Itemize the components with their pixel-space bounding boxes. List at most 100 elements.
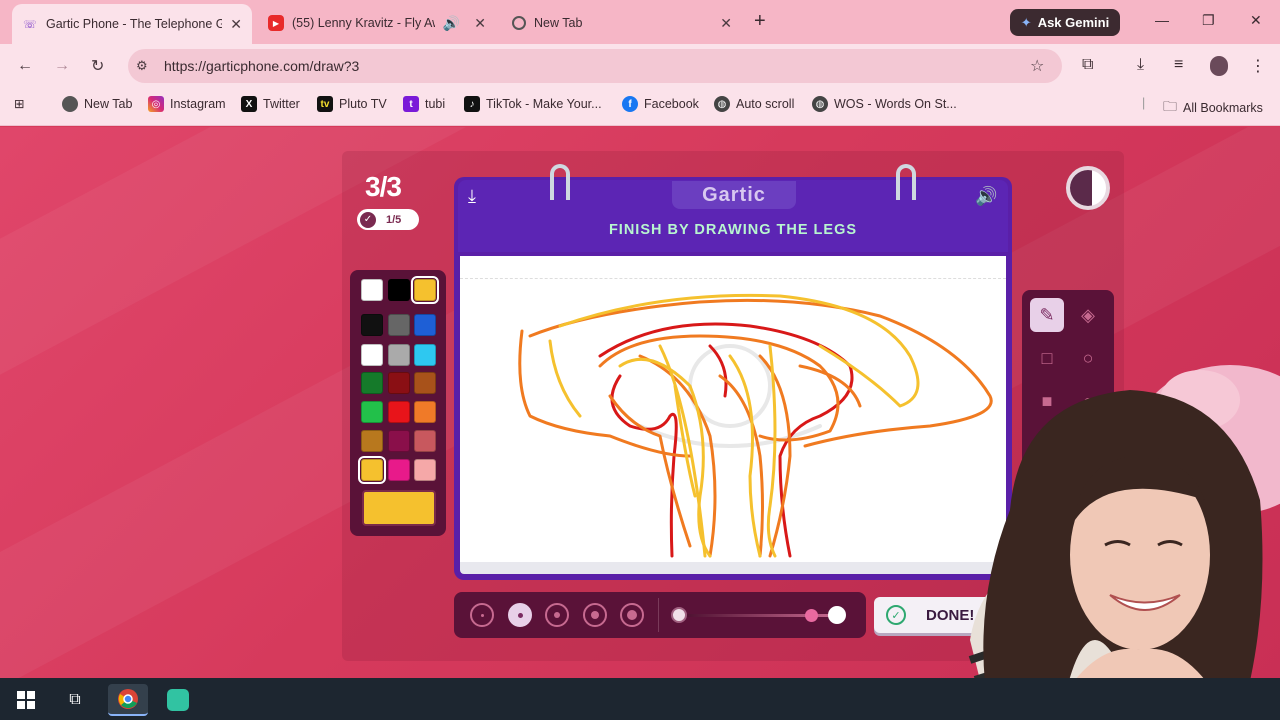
bookmark-star-icon[interactable]: ☆ — [1030, 56, 1044, 76]
eraser-icon[interactable]: ◈ — [1071, 298, 1105, 332]
bookmark-wos[interactable]: ◍ WOS - Words On St... — [812, 96, 957, 112]
timer-icon — [1066, 166, 1110, 210]
color-swatch[interactable] — [411, 276, 439, 304]
bookmark-twitter[interactable]: X Twitter — [241, 96, 300, 112]
webcam-overlay — [968, 365, 1280, 720]
gemini-sparkle-icon: ✦ — [1020, 14, 1032, 30]
facebook-icon: f — [622, 96, 638, 112]
chrome-icon — [62, 96, 78, 112]
url-text[interactable]: https://garticphone.com/draw?3 — [164, 58, 359, 74]
players-done-count: 1/5 — [386, 213, 402, 226]
close-tab-icon[interactable]: ✕ — [230, 16, 242, 33]
notebook-ring — [896, 164, 916, 200]
tab-title: (55) Lenny Kravitz - Fly Awa — [292, 16, 435, 30]
color-swatch[interactable] — [388, 344, 410, 366]
color-swatch[interactable] — [361, 372, 383, 394]
bookmark-instagram[interactable]: ◎ Instagram — [148, 96, 226, 112]
close-tab-icon[interactable]: ✕ — [474, 15, 486, 32]
bookmark-tiktok[interactable]: ♪ TikTok - Make Your... — [464, 96, 602, 112]
brush-size-4[interactable] — [583, 603, 607, 627]
ask-gemini-label: Ask Gemini — [1037, 15, 1110, 30]
check-icon: ✓ — [360, 211, 376, 228]
bookmark-tubi[interactable]: t tubi — [403, 96, 445, 112]
bar-divider — [658, 598, 659, 632]
tab-gartic-phone[interactable]: ☏ Gartic Phone - The Telephone G ✕ — [12, 4, 252, 44]
profile-avatar[interactable] — [1210, 56, 1228, 76]
color-swatch[interactable] — [388, 459, 410, 481]
downloads-icon[interactable]: ⤓ — [1137, 56, 1144, 74]
tab-new-tab[interactable]: New Tab ✕ — [502, 6, 742, 40]
reload-icon[interactable]: ↻ — [91, 56, 104, 76]
all-bookmarks[interactable]: 🗀 All Bookmarks — [1163, 96, 1263, 120]
back-icon[interactable]: ← — [17, 57, 33, 75]
instagram-icon: ◎ — [148, 96, 164, 112]
brush-size-3[interactable] — [545, 603, 569, 627]
color-swatch[interactable] — [414, 401, 436, 423]
pencil-icon[interactable]: ✎ — [1030, 298, 1064, 332]
color-swatch[interactable] — [358, 456, 386, 484]
close-tab-icon[interactable]: ✕ — [720, 15, 732, 32]
notebook-ring — [550, 164, 570, 200]
brush-size-2[interactable] — [508, 603, 532, 627]
windows-start-icon[interactable] — [6, 684, 46, 716]
bookmark-auto-scroll[interactable]: ◍ Auto scroll — [714, 96, 794, 112]
new-tab-button[interactable]: + — [754, 10, 766, 33]
streamlabs-icon[interactable] — [158, 684, 198, 716]
extensions-icon[interactable]: ⧉ — [1082, 56, 1093, 74]
bookmark-pluto-tv[interactable]: tv Pluto TV — [317, 96, 387, 112]
color-swatch[interactable] — [414, 430, 436, 452]
gartic-icon: ☏ — [23, 18, 37, 31]
chrome-icon[interactable] — [108, 684, 148, 716]
download-icon[interactable]: ⤓ — [468, 186, 476, 207]
menu-icon[interactable]: ⋮ — [1250, 56, 1266, 76]
color-swatch[interactable] — [414, 372, 436, 394]
tab-lenny-kravitz[interactable]: ▶ (55) Lenny Kravitz - Fly Awa 🔊 ✕ — [258, 6, 496, 40]
x-icon: X — [241, 96, 257, 112]
players-done-badge: ✓ 1/5 — [357, 209, 419, 230]
tab-title: Gartic Phone - The Telephone G — [46, 17, 223, 31]
forward-icon[interactable]: → — [54, 57, 70, 75]
task-view-icon[interactable]: ⧉ — [55, 684, 95, 716]
close-window-icon[interactable]: ✕ — [1250, 12, 1262, 29]
site-info-icon[interactable]: ⚙ — [136, 58, 148, 74]
restore-icon[interactable]: ❐ — [1202, 12, 1215, 29]
chrome-icon — [512, 16, 526, 30]
color-swatch[interactable] — [361, 344, 383, 366]
color-swatch[interactable] — [361, 279, 383, 301]
youtube-icon: ▶ — [268, 15, 284, 31]
color-swatch[interactable] — [388, 401, 410, 423]
opacity-min-icon — [671, 607, 687, 623]
volume-icon[interactable]: 🔊 — [975, 186, 997, 207]
color-swatch[interactable] — [388, 314, 410, 336]
check-circle-icon: ✓ — [886, 605, 906, 625]
color-swatch[interactable] — [414, 344, 436, 366]
ask-gemini-button[interactable]: ✦ Ask Gemini — [1010, 9, 1120, 36]
audio-icon[interactable]: 🔊 — [443, 15, 460, 32]
color-swatch[interactable] — [388, 279, 410, 301]
chrome-logo — [118, 689, 138, 709]
current-color-preview — [362, 490, 436, 526]
color-swatch[interactable] — [388, 430, 410, 452]
color-swatch[interactable] — [361, 314, 383, 336]
brush-dot-icon — [627, 610, 637, 620]
folder-icon: 🗀 — [1163, 98, 1177, 114]
color-swatch[interactable] — [414, 314, 436, 336]
color-swatch[interactable] — [361, 401, 383, 423]
color-swatch[interactable] — [414, 459, 436, 481]
brush-dot-icon — [480, 613, 484, 617]
brush-size-5[interactable] — [620, 603, 644, 627]
gartic-logo: Gartic — [672, 181, 796, 209]
windows-logo — [17, 691, 35, 709]
brush-dot-icon — [517, 612, 523, 618]
bookmark-facebook[interactable]: f Facebook — [622, 96, 699, 112]
media-controls-icon[interactable]: ≡ — [1174, 56, 1183, 74]
color-swatch[interactable] — [388, 372, 410, 394]
streamlabs-logo — [167, 689, 189, 711]
brush-size-1[interactable] — [470, 603, 494, 627]
minimize-icon[interactable]: — — [1155, 12, 1169, 28]
apps-grid-icon[interactable]: ⊞ — [14, 96, 24, 111]
bookmark-new-tab[interactable]: New Tab — [62, 96, 132, 112]
instruction-text: FINISH BY DRAWING THE LEGS — [608, 222, 858, 238]
color-swatch[interactable] — [361, 430, 383, 452]
opacity-slider-handle[interactable] — [805, 609, 818, 622]
